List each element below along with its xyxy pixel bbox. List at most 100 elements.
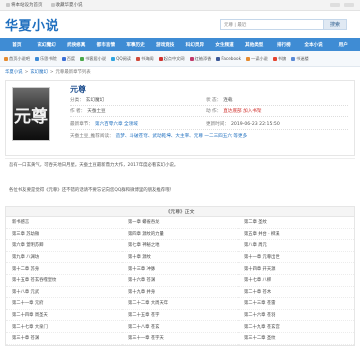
chapter-link[interactable]: 第一章 蟒雀吞龙 xyxy=(122,217,238,229)
nav-item-female[interactable]: 女生频道 xyxy=(210,42,240,48)
goto-bottom-link[interactable]: 直达底部 xyxy=(223,109,241,114)
main-nav: 首页 玄幻魔幻 武侠修真 都市言情 军事历史 游戏竞技 科幻灵异 女生频道 其他… xyxy=(0,38,360,51)
chapter-link[interactable]: 第二十八章 苍玄 xyxy=(122,321,238,333)
partner-link-label: 书客居小说 xyxy=(85,55,107,61)
partner-link[interactable]: 书旗 xyxy=(272,56,286,62)
chapter-link[interactable]: 第四章 源纹的力量 xyxy=(122,229,238,241)
chapter-link[interactable]: 第五章 井台 · 柳溪 xyxy=(238,229,354,241)
chapter-link[interactable]: 第十八章 元武 xyxy=(6,287,122,299)
search-box: 元尊 | 最近 搜索 xyxy=(220,19,347,30)
partner-link[interactable]: QQ阅读 xyxy=(111,56,131,62)
nav-item-home[interactable]: 首页 xyxy=(2,42,32,48)
nav-item-game[interactable]: 游戏竞技 xyxy=(150,42,180,48)
chapter-link[interactable]: 第二十五章 苍宇 xyxy=(122,310,238,322)
chapter-link[interactable]: 第十二章 苏身 xyxy=(6,263,122,275)
partner-link-label: 起点中文网 xyxy=(163,55,185,61)
action-label: 动 作： xyxy=(206,109,222,114)
add-bookshelf-link[interactable]: 加入书架 xyxy=(243,109,261,114)
nav-item-user[interactable]: 用户 xyxy=(328,42,358,48)
partner-link[interactable]: Facebook xyxy=(216,56,241,61)
book-intro: 吾有一口玄黄气，可吞天地日月星。天蚕土豆最新鼎力大作，2017年度必看玄幻小说。 xyxy=(5,158,355,184)
chapter-link[interactable]: 第十六章 苍渊 xyxy=(122,275,238,287)
chapter-link[interactable]: 第六章 萱明苏卿 xyxy=(6,240,122,252)
nav-item-scifi[interactable]: 科幻灵异 xyxy=(180,42,210,48)
search-input[interactable]: 元尊 | 最近 xyxy=(220,19,324,30)
partner-logo-icon xyxy=(158,56,163,61)
chapter-link[interactable]: 第二十二章 大周天年 xyxy=(122,298,238,310)
chapter-link[interactable]: 第二十章 苍木 xyxy=(238,287,354,299)
book-author: 作 者： 天蚕土豆 xyxy=(70,108,106,114)
chapter-link[interactable]: 第二十一章 元府 xyxy=(6,298,122,310)
chapter-link[interactable]: 第二十六章 苍羽 xyxy=(238,310,354,322)
breadcrumb-category[interactable]: 玄幻魔幻 xyxy=(30,69,48,75)
star-icon xyxy=(50,3,55,7)
recommend-list[interactable]: 造梦、斗破苍穹、武动乾坤、大主宰、元尊 一二三四五六 等更多 xyxy=(116,134,248,139)
nav-item-history[interactable]: 军事历史 xyxy=(121,42,151,48)
partner-link-label: 百度 xyxy=(66,55,76,61)
chapter-link[interactable]: 第十九章 并身 xyxy=(122,287,238,299)
chapter-link[interactable]: 第二十九章 苍玄宫 xyxy=(238,321,354,333)
search-button[interactable]: 搜索 xyxy=(324,19,347,30)
site-logo[interactable]: 华夏小说 xyxy=(5,15,59,34)
chapter-link[interactable]: 第三十一章 苍宇天 xyxy=(122,333,238,345)
chapter-link[interactable]: 第三十章 苍渊 xyxy=(6,333,122,345)
book-category: 分类： 玄幻魔幻 xyxy=(70,97,104,103)
updated-label: 更新时间： xyxy=(206,122,229,127)
chapter-link[interactable]: 第二十四章 周圣天 xyxy=(6,310,122,322)
partner-logo-icon xyxy=(216,56,221,61)
status-value: 连载 xyxy=(223,98,233,103)
nav-item-ranking[interactable]: 排行榜 xyxy=(269,42,299,48)
book-updated: 更新时间： 2019-06-23 22:15:50 xyxy=(206,121,280,127)
divider xyxy=(70,116,348,117)
chapter-link[interactable]: 新书感言 xyxy=(6,217,122,229)
partner-link-label: 一读小说 xyxy=(251,55,268,61)
chapter-link[interactable]: 第二章 圣纹 xyxy=(238,217,354,229)
bookmark-site-link[interactable]: 收藏华夏小说 xyxy=(50,2,83,8)
chapter-grid: 新书感言 第一章 蟒雀吞龙 第二章 圣纹第三章 苏幼微 第四章 源纹的力量 第五章 井台… xyxy=(6,217,354,345)
partner-logo-icon xyxy=(61,56,66,61)
chapter-link[interactable]: 第三章 苏幼微 xyxy=(6,229,122,241)
partner-link[interactable]: 书客居小说 xyxy=(80,56,106,62)
breadcrumb-home[interactable]: 华夏小说 xyxy=(5,69,23,75)
partner-link-label: 乐思书院 xyxy=(39,55,57,61)
nav-item-xuanhuan[interactable]: 玄幻魔幻 xyxy=(32,42,62,48)
chapter-link[interactable]: 第七章 神秘之地 xyxy=(122,240,238,252)
latest-chapter-link[interactable]: 第六百零六章 全领域 xyxy=(95,122,138,127)
nav-item-wuxia[interactable]: 武侠修真 xyxy=(61,42,91,48)
partner-link[interactable]: 书海阁 xyxy=(136,56,154,62)
chapter-link[interactable]: 第三十二章 圣纹 xyxy=(238,333,354,345)
chapter-link[interactable]: 第二十三章 苍雷 xyxy=(238,298,354,310)
author-label: 作 者： xyxy=(70,109,86,114)
chapter-link[interactable]: 第十三章 冲脉 xyxy=(122,263,238,275)
chapter-link[interactable]: 第十四章 开天源 xyxy=(238,263,354,275)
chapter-link[interactable]: 第九章 八渊坊 xyxy=(6,252,122,264)
bookmark-site-label: 收藏华夏小说 xyxy=(55,3,83,8)
nav-item-urban[interactable]: 都市言情 xyxy=(91,42,121,48)
chapter-link[interactable]: 第十五章 苍玄吞噬皇纹 xyxy=(6,275,122,287)
cover-title: 元尊 xyxy=(14,106,48,127)
book-cover[interactable]: 元尊 xyxy=(12,87,50,141)
partner-link[interactable]: 一读小说 xyxy=(246,56,268,62)
partner-link[interactable]: 起点中文网 xyxy=(158,55,185,62)
chapter-link[interactable]: 第十章 源纹 xyxy=(122,252,238,264)
partner-logo-icon xyxy=(189,56,194,61)
nav-item-other[interactable]: 其他类型 xyxy=(239,42,269,48)
chapter-link[interactable]: 第二十七章 大泉门 xyxy=(6,321,122,333)
partner-logo-icon xyxy=(80,56,85,61)
partner-link[interactable]: 百度 xyxy=(61,55,76,62)
partner-link[interactable]: 红袖添香 xyxy=(189,56,211,62)
chapter-link[interactable]: 第十一章 元尊出世 xyxy=(238,252,354,264)
register-link[interactable] xyxy=(344,3,354,7)
chapter-link[interactable]: 第八章 周元 xyxy=(238,240,354,252)
partner-link[interactable]: 书迷楼 xyxy=(291,56,309,62)
partner-link[interactable]: 乐思书院 xyxy=(34,55,57,62)
login-link[interactable] xyxy=(330,3,340,7)
partner-logo-icon xyxy=(291,56,296,61)
partner-link[interactable]: 首页小说吧 xyxy=(4,56,30,62)
category-value[interactable]: 玄幻魔幻 xyxy=(86,98,104,103)
author-value[interactable]: 天蚕土豆 xyxy=(87,109,105,114)
set-homepage-link[interactable]: 将本站设为首页 xyxy=(6,2,43,8)
chapter-link[interactable]: 第十七章 八柳 xyxy=(238,275,354,287)
nav-item-complete[interactable]: 全本小说 xyxy=(299,42,329,48)
partner-logo-icon xyxy=(34,56,39,61)
